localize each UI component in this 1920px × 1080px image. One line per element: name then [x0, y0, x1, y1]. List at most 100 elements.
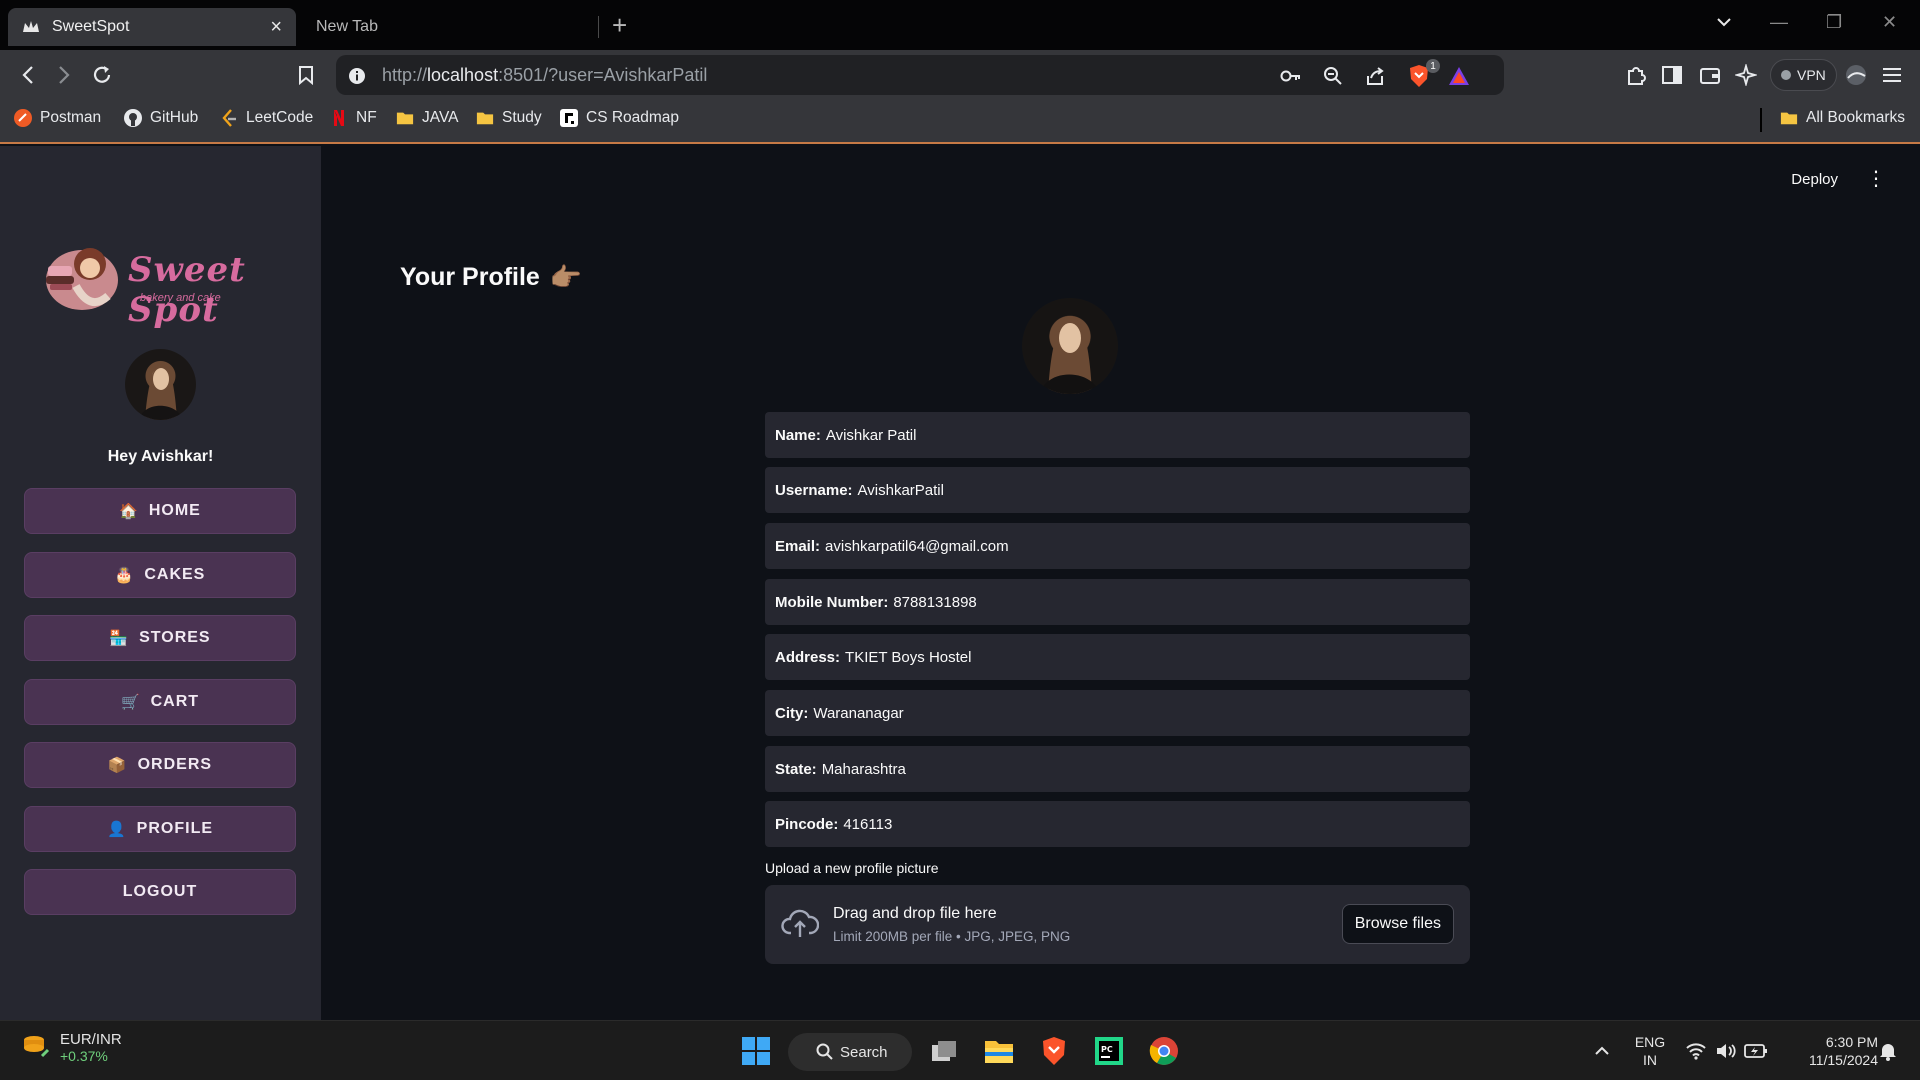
- windows-taskbar: EUR/INR +0.37% Search PC ENG IN 6:30 PM …: [0, 1020, 1920, 1080]
- profile-field-username: Username: AvishkarPatil: [765, 467, 1470, 513]
- key-icon[interactable]: [1280, 65, 1302, 87]
- store-icon: 🏪: [109, 630, 130, 647]
- package-icon: 📦: [107, 757, 128, 774]
- bookmark-icon[interactable]: [292, 61, 320, 89]
- volume-icon[interactable]: [1710, 1035, 1742, 1067]
- url-text[interactable]: http://localhost:8501/?user=AvishkarPati…: [382, 65, 707, 86]
- forward-icon[interactable]: [50, 61, 78, 89]
- language-indicator[interactable]: ENG IN: [1630, 1033, 1670, 1069]
- browse-files-button[interactable]: Browse files: [1341, 904, 1454, 944]
- nav-logout-button[interactable]: LOGOUT: [24, 869, 296, 915]
- leo-ai-icon[interactable]: [1732, 61, 1760, 89]
- close-window-icon[interactable]: ✕: [1882, 12, 1897, 33]
- nav-profile-button[interactable]: 👤 PROFILE: [24, 806, 296, 852]
- wallet-icon[interactable]: [1696, 61, 1724, 89]
- dropzone-limits: Limit 200MB per file • JPG, JPEG, PNG: [833, 929, 1071, 944]
- nav-orders-button[interactable]: 📦 ORDERS: [24, 742, 296, 788]
- profile-field-name: Name: Avishkar Patil: [765, 412, 1470, 458]
- notification-bell-icon[interactable]: [1872, 1035, 1904, 1067]
- bookmark-postman[interactable]: Postman: [14, 109, 101, 127]
- bookmark-folder-study[interactable]: Study: [476, 109, 542, 127]
- nav-stores-button[interactable]: 🏪 STORES: [24, 615, 296, 661]
- more-options-icon[interactable]: ⋮: [1866, 166, 1886, 191]
- reload-icon[interactable]: [88, 61, 116, 89]
- folder-icon: [396, 109, 414, 127]
- extensions-icon[interactable]: [1622, 61, 1650, 89]
- windows-start-icon[interactable]: [740, 1035, 772, 1067]
- search-icon: [816, 1043, 834, 1065]
- profile-field-pincode: Pincode: 416113: [765, 801, 1470, 847]
- wifi-icon[interactable]: [1680, 1035, 1712, 1067]
- pointing-hand-icon: 👉🏽: [549, 262, 583, 292]
- brave-browser-icon[interactable]: [1038, 1035, 1070, 1067]
- profile-field-mobile: Mobile Number: 8788131898: [765, 579, 1470, 625]
- vpn-button[interactable]: VPN: [1770, 59, 1837, 91]
- close-tab-icon[interactable]: ×: [270, 16, 282, 39]
- vpn-label: VPN: [1797, 67, 1826, 83]
- sidebar: Sweet Spot bakery and cake Hey Avishkar!…: [0, 146, 321, 1020]
- taskbar-search[interactable]: Search: [788, 1033, 912, 1071]
- bookmark-leetcode[interactable]: LeetCode: [220, 109, 313, 127]
- dropzone-title: Drag and drop file here: [833, 905, 997, 922]
- battery-charging-icon[interactable]: [1740, 1035, 1772, 1067]
- sidebar-toggle-icon[interactable]: [1658, 61, 1686, 89]
- chrome-icon[interactable]: [1148, 1035, 1180, 1067]
- bookmark-nf[interactable]: NF: [330, 109, 377, 127]
- brand-name: Sweet Spot: [128, 250, 246, 330]
- folder-icon: [1780, 109, 1798, 127]
- clock[interactable]: 6:30 PM 11/15/2024: [1782, 1033, 1878, 1069]
- file-explorer-icon[interactable]: [983, 1035, 1015, 1067]
- restore-icon[interactable]: ❐: [1826, 12, 1842, 33]
- upload-label: Upload a new profile picture: [765, 860, 939, 876]
- postman-icon: [14, 109, 32, 127]
- bookmark-cs-roadmap[interactable]: CS Roadmap: [560, 109, 679, 127]
- menu-icon[interactable]: [1878, 61, 1906, 89]
- netflix-icon: [330, 109, 348, 127]
- profile-field-state: State: Maharashtra: [765, 746, 1470, 792]
- roadmap-icon: [560, 109, 578, 127]
- bookmarks-bar: Postman GitHub LeetCode NF JAVA Study CS…: [0, 100, 1920, 144]
- all-bookmarks-folder[interactable]: All Bookmarks: [1780, 109, 1905, 127]
- greeting-text: Hey Avishkar!: [107, 448, 214, 465]
- profile-avatar-icon[interactable]: [1842, 61, 1870, 89]
- github-icon: [124, 109, 142, 127]
- cake-icon: 🎂: [114, 567, 135, 584]
- back-icon[interactable]: [14, 61, 42, 89]
- site-info-icon[interactable]: [346, 65, 368, 87]
- nav-home-button[interactable]: 🏠 HOME: [24, 488, 296, 534]
- cloud-upload-icon: [781, 907, 820, 944]
- file-dropzone[interactable]: Drag and drop file here Limit 200MB per …: [765, 885, 1470, 964]
- zoom-icon[interactable]: [1322, 65, 1344, 87]
- pycharm-icon[interactable]: PC: [1093, 1035, 1125, 1067]
- user-icon: 👤: [106, 821, 127, 838]
- minimize-icon[interactable]: —: [1770, 12, 1788, 33]
- brave-rewards-icon[interactable]: [1448, 65, 1470, 87]
- tab-title: New Tab: [316, 18, 378, 35]
- share-icon[interactable]: [1364, 65, 1386, 87]
- browser-toolbar: http://localhost:8501/?user=AvishkarPati…: [0, 50, 1920, 100]
- tab-divider: [598, 16, 599, 38]
- ticker-change: +0.37%: [60, 1048, 108, 1064]
- bookmark-github[interactable]: GitHub: [124, 109, 198, 127]
- leetcode-icon: [220, 109, 238, 127]
- crown-icon: [22, 18, 40, 36]
- tab-sweetspot[interactable]: SweetSpot ×: [8, 8, 296, 46]
- deploy-button[interactable]: Deploy: [1791, 171, 1838, 188]
- nav-cakes-button[interactable]: 🎂 CAKES: [24, 552, 296, 598]
- bookmark-folder-java[interactable]: JAVA: [396, 109, 458, 127]
- profile-field-email: Email: avishkarpatil64@gmail.com: [765, 523, 1470, 569]
- address-bar[interactable]: http://localhost:8501/?user=AvishkarPati…: [336, 55, 1504, 95]
- sidebar-avatar: [125, 349, 196, 420]
- tab-search-icon[interactable]: [1716, 12, 1732, 33]
- nav-cart-button[interactable]: 🛒 CART: [24, 679, 296, 725]
- tab-new-tab[interactable]: New Tab: [300, 8, 600, 46]
- app-page: Sweet Spot bakery and cake Hey Avishkar!…: [0, 146, 1920, 1020]
- new-tab-icon[interactable]: +: [612, 10, 627, 41]
- vpn-status-icon: [1781, 70, 1791, 80]
- profile-avatar: [1022, 298, 1118, 394]
- tray-overflow-icon[interactable]: [1586, 1035, 1618, 1067]
- shield-count-badge: 1: [1426, 59, 1440, 73]
- market-widget[interactable]: EUR/INR +0.37%: [22, 1031, 122, 1064]
- task-view-icon[interactable]: [928, 1035, 960, 1067]
- sweet-spot-logo: Sweet Spot bakery and cake: [36, 236, 286, 330]
